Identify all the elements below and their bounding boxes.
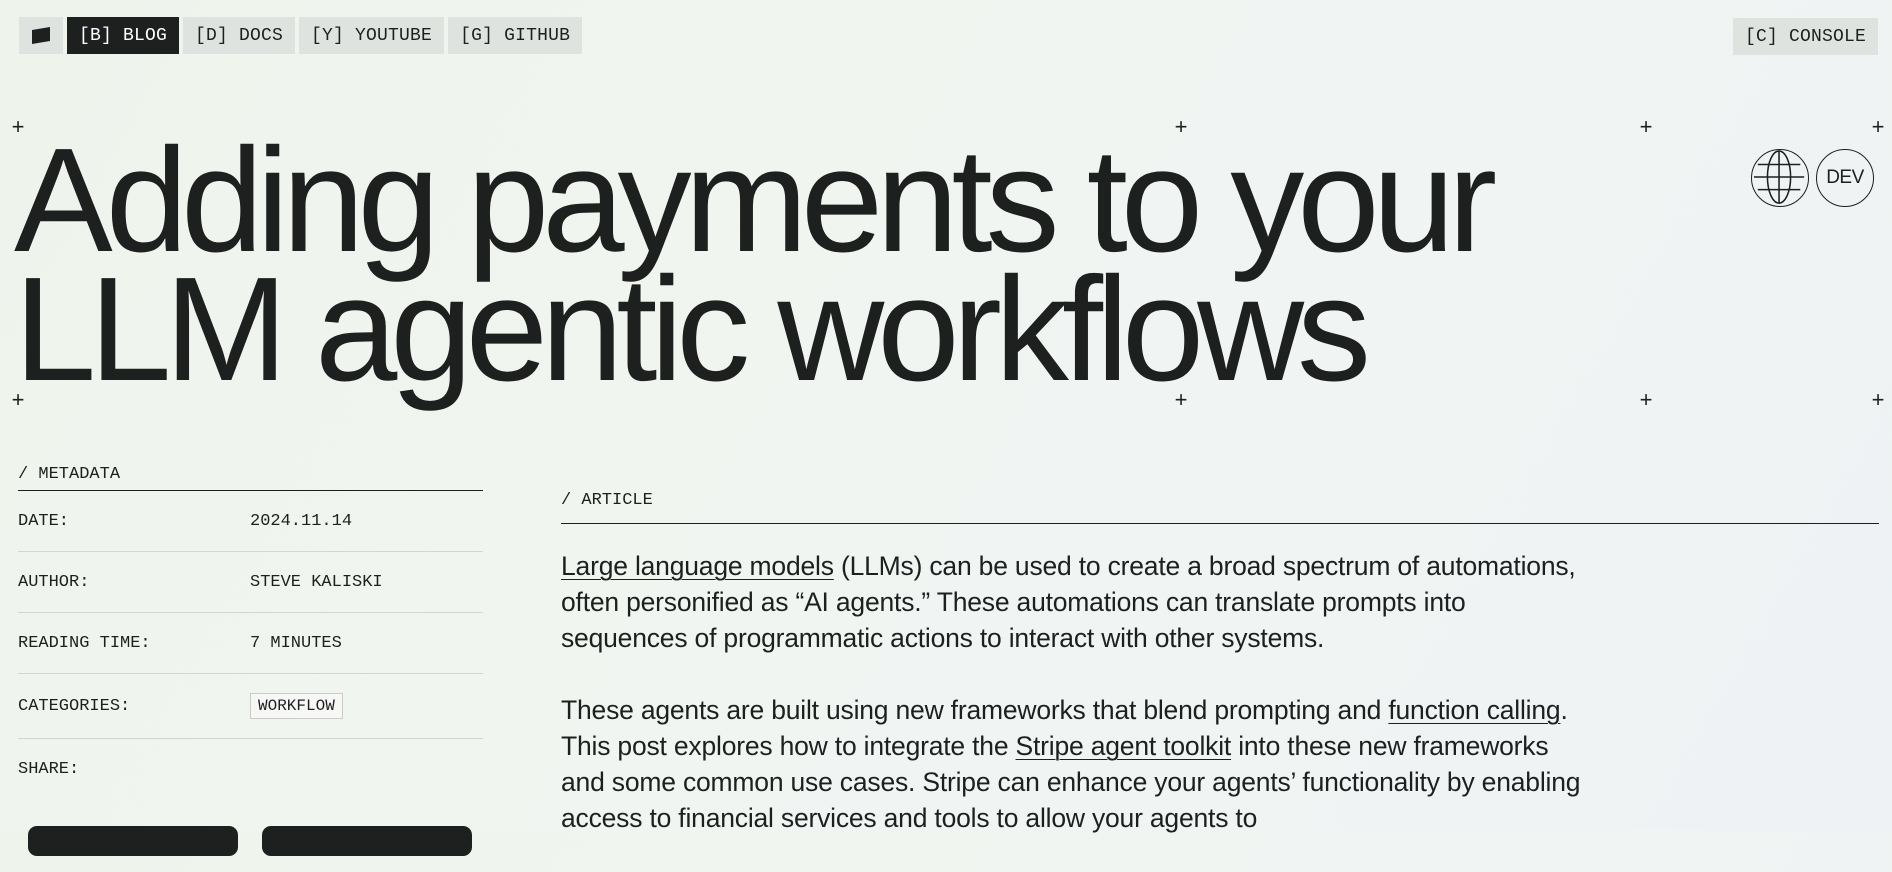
title-line-2: LLM agentic workflows bbox=[14, 247, 1371, 412]
crosshair-mark: + bbox=[1639, 387, 1653, 412]
globe-icon bbox=[1753, 150, 1805, 204]
console-button[interactable]: [C] CONSOLE bbox=[1732, 18, 1878, 55]
top-nav: [B] BLOG [D] DOCS [Y] YOUTUBE [G] GITHUB bbox=[19, 17, 583, 54]
metadata-row-share: SHARE: bbox=[18, 739, 483, 799]
nav-blog-button[interactable]: [B] BLOG bbox=[67, 17, 180, 54]
article-paragraph: Large language models (LLMs) can be used… bbox=[561, 548, 1581, 656]
article-body: Large language models (LLMs) can be used… bbox=[561, 548, 1581, 872]
home-logo-button[interactable] bbox=[19, 17, 63, 54]
metadata-key: SHARE: bbox=[18, 759, 80, 779]
dev-badge-label: DEV bbox=[1826, 167, 1864, 188]
function-calling-link[interactable]: function calling bbox=[1388, 695, 1560, 725]
stripe-agent-toolkit-link[interactable]: Stripe agent toolkit bbox=[1016, 731, 1232, 761]
dev-badge[interactable]: DEV bbox=[1816, 149, 1874, 207]
language-selector[interactable] bbox=[1751, 149, 1809, 207]
nav-docs-button[interactable]: [D] DOCS bbox=[183, 17, 296, 54]
article-paragraph: These agents are built using new framewo… bbox=[561, 692, 1581, 836]
crosshair-mark: + bbox=[1871, 114, 1885, 139]
metadata-key: DATE: bbox=[18, 511, 70, 531]
llm-link[interactable]: Large language models bbox=[561, 551, 834, 581]
metadata-key: CATEGORIES: bbox=[18, 696, 131, 716]
metadata-row-date: DATE: 2024.11.14 bbox=[18, 491, 483, 552]
metadata-value: STEVE KALISKI bbox=[250, 572, 383, 592]
metadata-panel: DATE: 2024.11.14 AUTHOR: STEVE KALISKI R… bbox=[18, 490, 483, 799]
metadata-value: 2024.11.14 bbox=[250, 511, 353, 531]
paragraph-text: These agents are built using new framewo… bbox=[561, 695, 1389, 725]
metadata-row-categories: CATEGORIES: WORKFLOW bbox=[18, 674, 483, 739]
metadata-row-author: AUTHOR: STEVE KALISKI bbox=[18, 552, 483, 613]
article-heading: / ARTICLE bbox=[561, 491, 653, 510]
crosshair-mark: + bbox=[1871, 387, 1885, 412]
metadata-key: AUTHOR: bbox=[18, 572, 90, 592]
category-tag[interactable]: WORKFLOW bbox=[250, 693, 343, 719]
article-divider bbox=[561, 523, 1879, 524]
metadata-key: READING TIME: bbox=[18, 633, 151, 653]
page-title: Adding payments to your LLM agentic work… bbox=[14, 127, 1497, 404]
nav-github-button[interactable]: [G] GITHUB bbox=[448, 17, 583, 54]
metadata-row-reading-time: READING TIME: 7 MINUTES bbox=[18, 613, 483, 674]
nav-youtube-button[interactable]: [Y] YOUTUBE bbox=[299, 17, 445, 54]
flag-icon bbox=[32, 26, 50, 44]
metadata-heading: / METADATA bbox=[18, 465, 121, 484]
metadata-value: 7 MINUTES bbox=[250, 633, 342, 653]
crosshair-mark: + bbox=[1639, 114, 1653, 139]
